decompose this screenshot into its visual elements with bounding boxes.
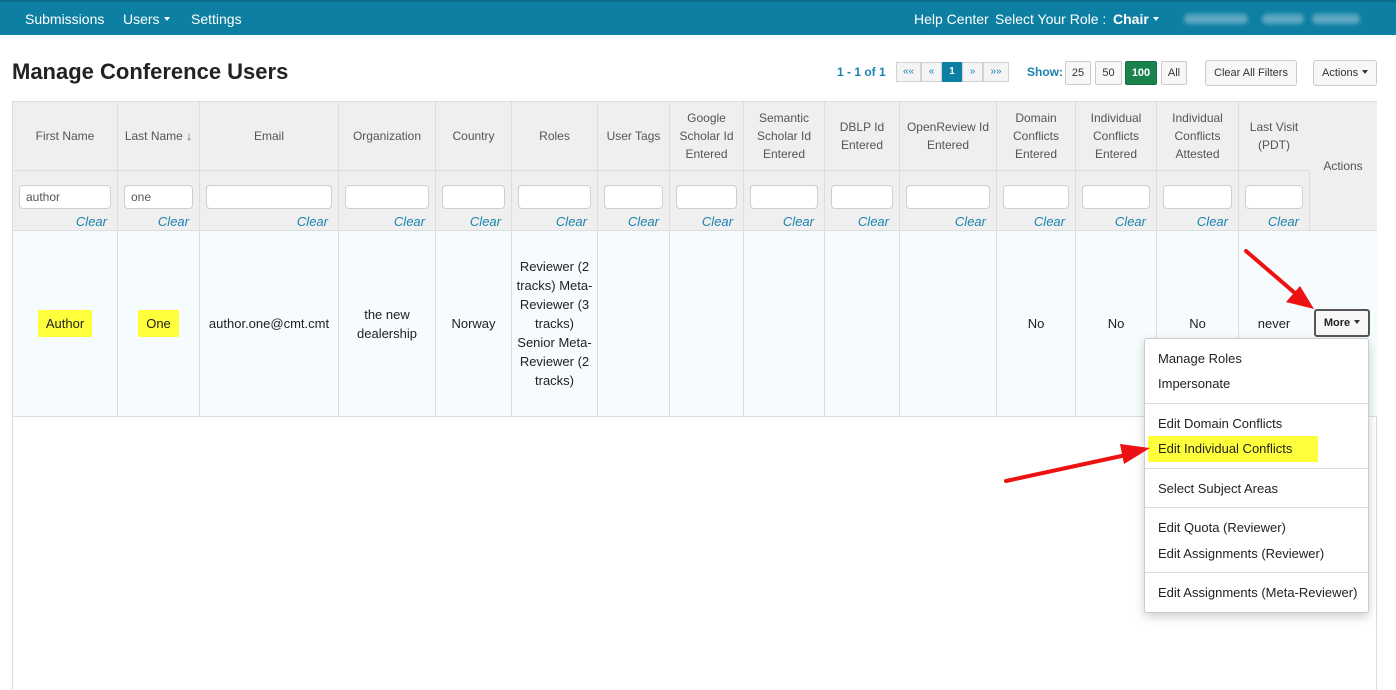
annotation-arrows <box>1004 249 1314 483</box>
arrow-to-more-button <box>1244 249 1314 309</box>
arrow-to-edit-individual-conflicts <box>1004 444 1150 483</box>
